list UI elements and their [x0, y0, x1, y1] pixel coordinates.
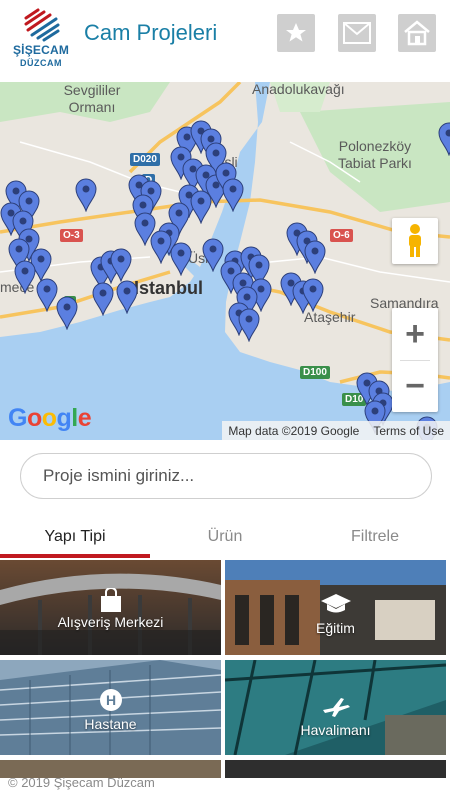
category-label: Havalimanı: [300, 722, 371, 738]
active-tab-indicator: [0, 554, 150, 558]
zoom-divider: [400, 360, 430, 361]
logo-text-duzcam: DÜZCAM: [20, 58, 62, 68]
map-pin[interactable]: [14, 260, 36, 295]
category-grid: Alışveriş Merkezi Eğitim H Hastane Haval…: [0, 560, 450, 778]
map-pin[interactable]: [238, 308, 260, 343]
category-tile-partial[interactable]: [225, 760, 446, 778]
airplane-icon: [322, 698, 350, 717]
terms-of-use-link[interactable]: Terms of Use: [373, 424, 444, 438]
star-icon: [286, 23, 306, 42]
road-badge-d020: D020: [130, 153, 160, 166]
copyright-text: © 2019 Şişecam Düzcam: [8, 775, 155, 790]
zoom-in-button[interactable]: +: [392, 308, 438, 360]
category-tile-airport[interactable]: Havalimanı: [225, 660, 446, 755]
page-title: Cam Projeleri: [84, 20, 218, 45]
project-map[interactable]: Sevgililer Ormanı Anadolukavağı Polonezk…: [0, 82, 450, 440]
category-tile-education[interactable]: Eğitim: [225, 560, 446, 655]
category-label: Alışveriş Merkezi: [57, 614, 164, 630]
map-label-sevgililer: Sevgililer Ormanı: [63, 82, 121, 115]
shopping-bag-icon: [100, 588, 121, 612]
graduation-cap-icon: [320, 594, 351, 613]
map-pin[interactable]: [438, 122, 450, 157]
map-pin[interactable]: [36, 278, 58, 313]
map-pin[interactable]: [110, 248, 132, 283]
tab-filtrele[interactable]: Filtrele: [300, 520, 450, 558]
header: ŞİŞECAM DÜZCAM Cam Projeleri: [0, 0, 450, 82]
project-search-input[interactable]: Proje ismini giriniz...: [20, 453, 432, 499]
tab-bar: Yapı Tipi Ürün Filtrele: [0, 520, 450, 558]
map-data-text: Map data ©2019 Google: [228, 423, 360, 438]
map-label-polonezkoy: Polonezköy Tabiat Parkı: [338, 138, 412, 171]
mail-icon: [343, 22, 371, 44]
map-pin[interactable]: [116, 280, 138, 315]
category-tile-shopping[interactable]: Alışveriş Merkezi: [0, 560, 221, 655]
road-badge-d100: D100: [300, 366, 330, 379]
map-label-anadolukavagi: Anadolukavağı: [252, 82, 345, 97]
map-attribution: Map data ©2019 Google Terms of Use: [222, 421, 450, 440]
street-view-pegman[interactable]: [392, 218, 438, 264]
mail-button[interactable]: [338, 14, 376, 52]
category-tile-hospital[interactable]: H Hastane: [0, 660, 221, 755]
favorites-button[interactable]: [277, 14, 315, 52]
road-badge-o6: O-6: [330, 229, 353, 242]
zoom-control: + −: [392, 308, 438, 412]
map-pin[interactable]: [304, 240, 326, 275]
map-pin[interactable]: [56, 296, 78, 331]
app-root: ŞİŞECAM DÜZCAM Cam Projeleri Sevgililer …: [0, 0, 450, 800]
tab-urun[interactable]: Ürün: [150, 520, 300, 558]
zoom-out-button[interactable]: −: [392, 360, 438, 412]
google-logo: Google: [8, 404, 92, 432]
category-label: Hastane: [84, 716, 137, 732]
hospital-icon: H: [99, 689, 122, 711]
svg-text:H: H: [105, 692, 115, 708]
category-label: Eğitim: [316, 620, 355, 636]
home-button[interactable]: [398, 14, 436, 52]
map-pin[interactable]: [92, 282, 114, 317]
map-pin[interactable]: [190, 190, 212, 225]
map-pin[interactable]: [75, 178, 97, 213]
tab-yapi-tipi[interactable]: Yapı Tipi: [0, 520, 150, 558]
map-label-istanbul: Istanbul: [134, 278, 204, 298]
logo-text-sisecam: ŞİŞECAM: [12, 43, 70, 57]
map-pin[interactable]: [170, 242, 192, 277]
home-icon: [404, 20, 430, 46]
pegman-icon: [409, 224, 421, 257]
road-badge-o3: O-3: [60, 229, 83, 242]
sisecam-logo: ŞİŞECAM DÜZCAM: [12, 8, 70, 70]
logo-mark-icon: [24, 8, 60, 42]
map-pin[interactable]: [302, 278, 324, 313]
map-pin[interactable]: [222, 178, 244, 213]
map-pin[interactable]: [150, 230, 172, 265]
